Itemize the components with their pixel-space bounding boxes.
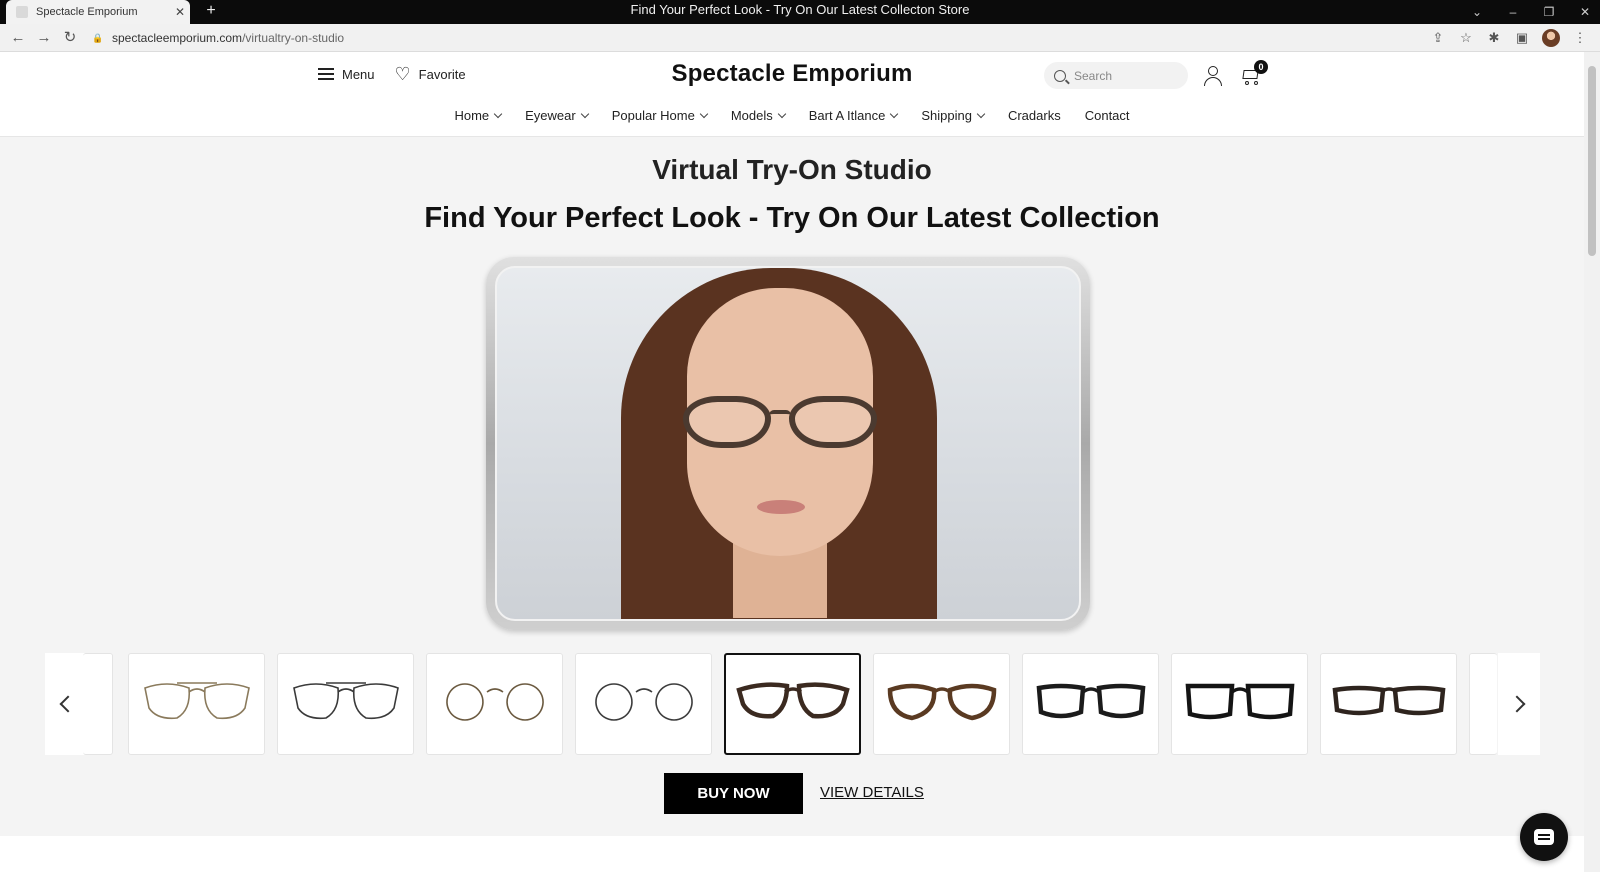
favorite-label: Favorite [418, 66, 466, 82]
side-panel-icon[interactable]: ▣ [1514, 30, 1530, 46]
chevron-down-icon [493, 109, 503, 119]
cart-button[interactable]: 0 [1240, 60, 1268, 86]
frame-thumbnail-round-thin-gold[interactable] [426, 653, 563, 755]
frame-thumbnail-partial[interactable] [83, 653, 113, 755]
browser-titlebar: Spectacle Emporium ✕ + Find Your Perfect… [0, 0, 1600, 24]
window-title: Find Your Perfect Look - Try On Our Late… [630, 2, 970, 17]
nav-item-bart-a-itlance[interactable]: Bart A Itlance [797, 108, 910, 123]
try-on-glasses [683, 396, 877, 454]
tab-title: Spectacle Emporium [36, 6, 138, 18]
cart-count-badge: 0 [1254, 60, 1268, 74]
url-text: spectacleemporium.com/virtualtry-on-stud… [112, 31, 345, 45]
address-bar: ← → ↻ 🔒 spectacleemporium.com/virtualtry… [0, 24, 1600, 52]
nav-item-eyewear[interactable]: Eyewear [513, 108, 600, 123]
eyeglasses-icon [887, 683, 996, 721]
site-logo[interactable]: Spectacle Emporium [592, 60, 992, 88]
favorite-button[interactable]: ♡ Favorite [394, 64, 466, 84]
chevron-down-icon [777, 109, 786, 119]
eyeglasses-icon [1036, 683, 1145, 719]
frame-thumbnail-round-tortoise[interactable] [873, 653, 1010, 755]
footer-band [0, 836, 1584, 872]
eyeglasses-icon [1332, 685, 1445, 716]
minimize-icon[interactable]: – [1506, 5, 1520, 19]
frame-thumbnail-aviator-dark[interactable] [277, 653, 414, 755]
nav-item-contact[interactable]: Contact [1073, 108, 1142, 123]
studio-title: Virtual Try-On Studio [652, 154, 932, 185]
view-details-link[interactable]: VIEW DETAILS [820, 784, 924, 801]
tab-search-icon[interactable]: ⌄ [1470, 5, 1484, 19]
browser-menu-icon[interactable]: ⋮ [1572, 30, 1588, 46]
new-tab-button[interactable]: + [200, 0, 222, 24]
nav-item-shipping[interactable]: Shipping [909, 108, 996, 123]
bookmark-star-icon[interactable]: ☆ [1458, 30, 1474, 46]
search-icon [1054, 69, 1066, 82]
site-header: Menu ♡ Favorite Spectacle Emporium 0 Hom… [0, 52, 1584, 137]
eyeglasses-icon [1185, 683, 1294, 720]
forward-icon[interactable]: → [34, 28, 54, 48]
menu-label: Menu [342, 66, 375, 82]
eyeglasses-icon [445, 683, 544, 721]
search-input[interactable] [1074, 68, 1174, 83]
window-controls: ⌄ – ❐ ✕ [1470, 0, 1592, 24]
profile-avatar[interactable] [1542, 29, 1560, 47]
nav-item-home[interactable]: Home [442, 108, 513, 123]
frame-thumbnail-rect-tortoise[interactable] [1320, 653, 1457, 755]
chevron-right-icon [1508, 695, 1526, 713]
eyeglasses-icon [292, 682, 399, 720]
frame-thumbnail-square-black[interactable] [1022, 653, 1159, 755]
frame-thumbnail-square-bold-black[interactable] [1171, 653, 1308, 755]
scrollbar-thumb[interactable] [1588, 66, 1596, 256]
try-on-viewer [486, 257, 1090, 630]
frame-thumbnail-round-thin-dark[interactable] [575, 653, 712, 755]
frame-thumbnail-aviator-thin[interactable] [128, 653, 265, 755]
carousel-prev-button[interactable] [45, 653, 87, 755]
close-window-icon[interactable]: ✕ [1578, 5, 1592, 19]
back-icon[interactable]: ← [8, 28, 28, 48]
restore-icon[interactable]: ❐ [1542, 5, 1556, 19]
carousel-next-button[interactable] [1498, 653, 1540, 755]
frame-carousel [45, 653, 1540, 755]
frame-thumbnail-cat-eye-tortoise[interactable] [724, 653, 861, 755]
chevron-down-icon [699, 109, 709, 119]
chevron-left-icon [59, 695, 77, 713]
eyeglasses-icon [143, 682, 250, 720]
menu-button[interactable]: Menu [318, 67, 375, 82]
url-field[interactable]: 🔒 spectacleemporium.com/virtualtry-on-st… [92, 27, 1592, 49]
account-icon[interactable] [1203, 66, 1223, 86]
lock-icon: 🔒 [92, 32, 104, 43]
nav-item-cradarks[interactable]: Cradarks [996, 108, 1073, 123]
chevron-down-icon [976, 109, 986, 119]
share-icon[interactable]: ⇪ [1430, 30, 1446, 46]
main-navigation: Home Eyewear Popular Home Models Bart A … [0, 108, 1584, 123]
buy-now-button[interactable]: BUY NOW [664, 773, 803, 814]
extensions-icon[interactable]: ✱ [1486, 30, 1502, 46]
model-photo [495, 266, 1081, 621]
page-scrollbar[interactable] [1584, 52, 1600, 872]
hamburger-icon [318, 68, 334, 80]
address-bar-actions: ⇪ ☆ ✱ ▣ ⋮ [1430, 27, 1588, 49]
eyeglasses-icon [594, 683, 693, 721]
chat-icon [1534, 829, 1554, 845]
chat-button[interactable] [1520, 813, 1568, 861]
nav-item-models[interactable]: Models [719, 108, 797, 123]
browser-tab[interactable]: Spectacle Emporium ✕ [6, 0, 190, 24]
chevron-down-icon [580, 109, 589, 119]
eyeglasses-icon [735, 682, 850, 719]
page-headline: Find Your Perfect Look - Try On Our Late… [424, 202, 1160, 234]
reload-icon[interactable]: ↻ [60, 28, 80, 48]
tab-favicon-icon [16, 6, 28, 18]
frame-thumbnail-partial[interactable] [1469, 653, 1497, 755]
nav-item-popular-home[interactable]: Popular Home [600, 108, 719, 123]
header-left-actions: Menu ♡ Favorite [318, 64, 466, 84]
close-icon[interactable]: ✕ [170, 5, 190, 19]
search-box[interactable] [1044, 62, 1188, 89]
chevron-down-icon [890, 109, 899, 119]
heart-icon: ♡ [394, 64, 411, 84]
